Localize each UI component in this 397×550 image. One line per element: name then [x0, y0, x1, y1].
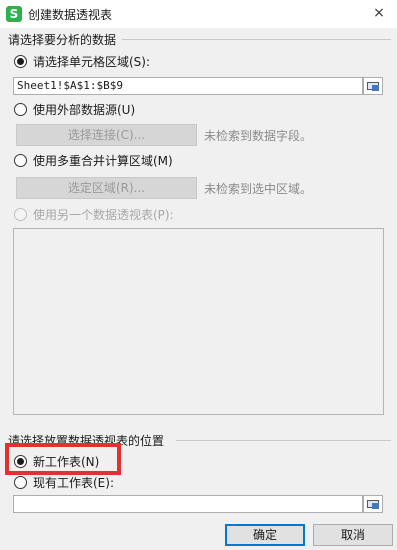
- radio-external-source[interactable]: 使用外部数据源(U): [14, 101, 135, 118]
- radio-button[interactable]: [14, 103, 27, 116]
- location-picker-button[interactable]: [363, 495, 383, 513]
- select-range-button[interactable]: 选定区域(R)...: [16, 177, 197, 199]
- range-picker-button[interactable]: [363, 77, 383, 95]
- radio-button[interactable]: [14, 476, 27, 489]
- radio-button[interactable]: [14, 208, 27, 221]
- source-section-title: 请选择要分析的数据: [8, 33, 117, 47]
- radio-button[interactable]: [14, 154, 27, 167]
- existing-location-input[interactable]: [13, 495, 363, 513]
- select-connection-button[interactable]: 选择连接(C)...: [16, 124, 197, 146]
- no-fields-hint: 未检索到数据字段。: [204, 129, 313, 143]
- cell-range-input[interactable]: Sheet1!$A$1:$B$9: [13, 77, 363, 95]
- range-picker-arrow-icon: [372, 503, 379, 509]
- pivot-table-list[interactable]: [13, 228, 384, 415]
- destination-section-divider: [176, 440, 391, 441]
- range-picker-arrow-icon: [372, 85, 379, 91]
- radio-multiple-consolidation[interactable]: 使用多重合并计算区域(M): [14, 152, 173, 169]
- radio-select-cell-range[interactable]: 请选择单元格区域(S):: [14, 53, 150, 70]
- source-section-divider: [122, 39, 391, 40]
- red-highlight-box: [5, 443, 121, 475]
- cancel-button[interactable]: 取消: [313, 524, 393, 546]
- radio-label: 使用外部数据源(U): [33, 103, 136, 117]
- window-title: 创建数据透视表: [28, 8, 113, 22]
- radio-label: 使用另一个数据透视表(P):: [33, 208, 174, 222]
- radio-label: 使用多重合并计算区域(M): [33, 154, 173, 168]
- radio-label: 现有工作表(E):: [33, 476, 114, 490]
- radio-another-pivot[interactable]: 使用另一个数据透视表(P):: [14, 206, 174, 223]
- close-icon[interactable]: ×: [369, 3, 389, 23]
- ok-button[interactable]: 确定: [225, 524, 305, 546]
- title-bar: S 创建数据透视表 ×: [0, 0, 397, 28]
- wps-app-icon: S: [6, 6, 22, 22]
- radio-button[interactable]: [14, 55, 27, 68]
- radio-existing-worksheet[interactable]: 现有工作表(E):: [14, 474, 114, 491]
- radio-label: 请选择单元格区域(S):: [33, 55, 151, 69]
- no-range-hint: 未检索到选中区域。: [204, 182, 313, 196]
